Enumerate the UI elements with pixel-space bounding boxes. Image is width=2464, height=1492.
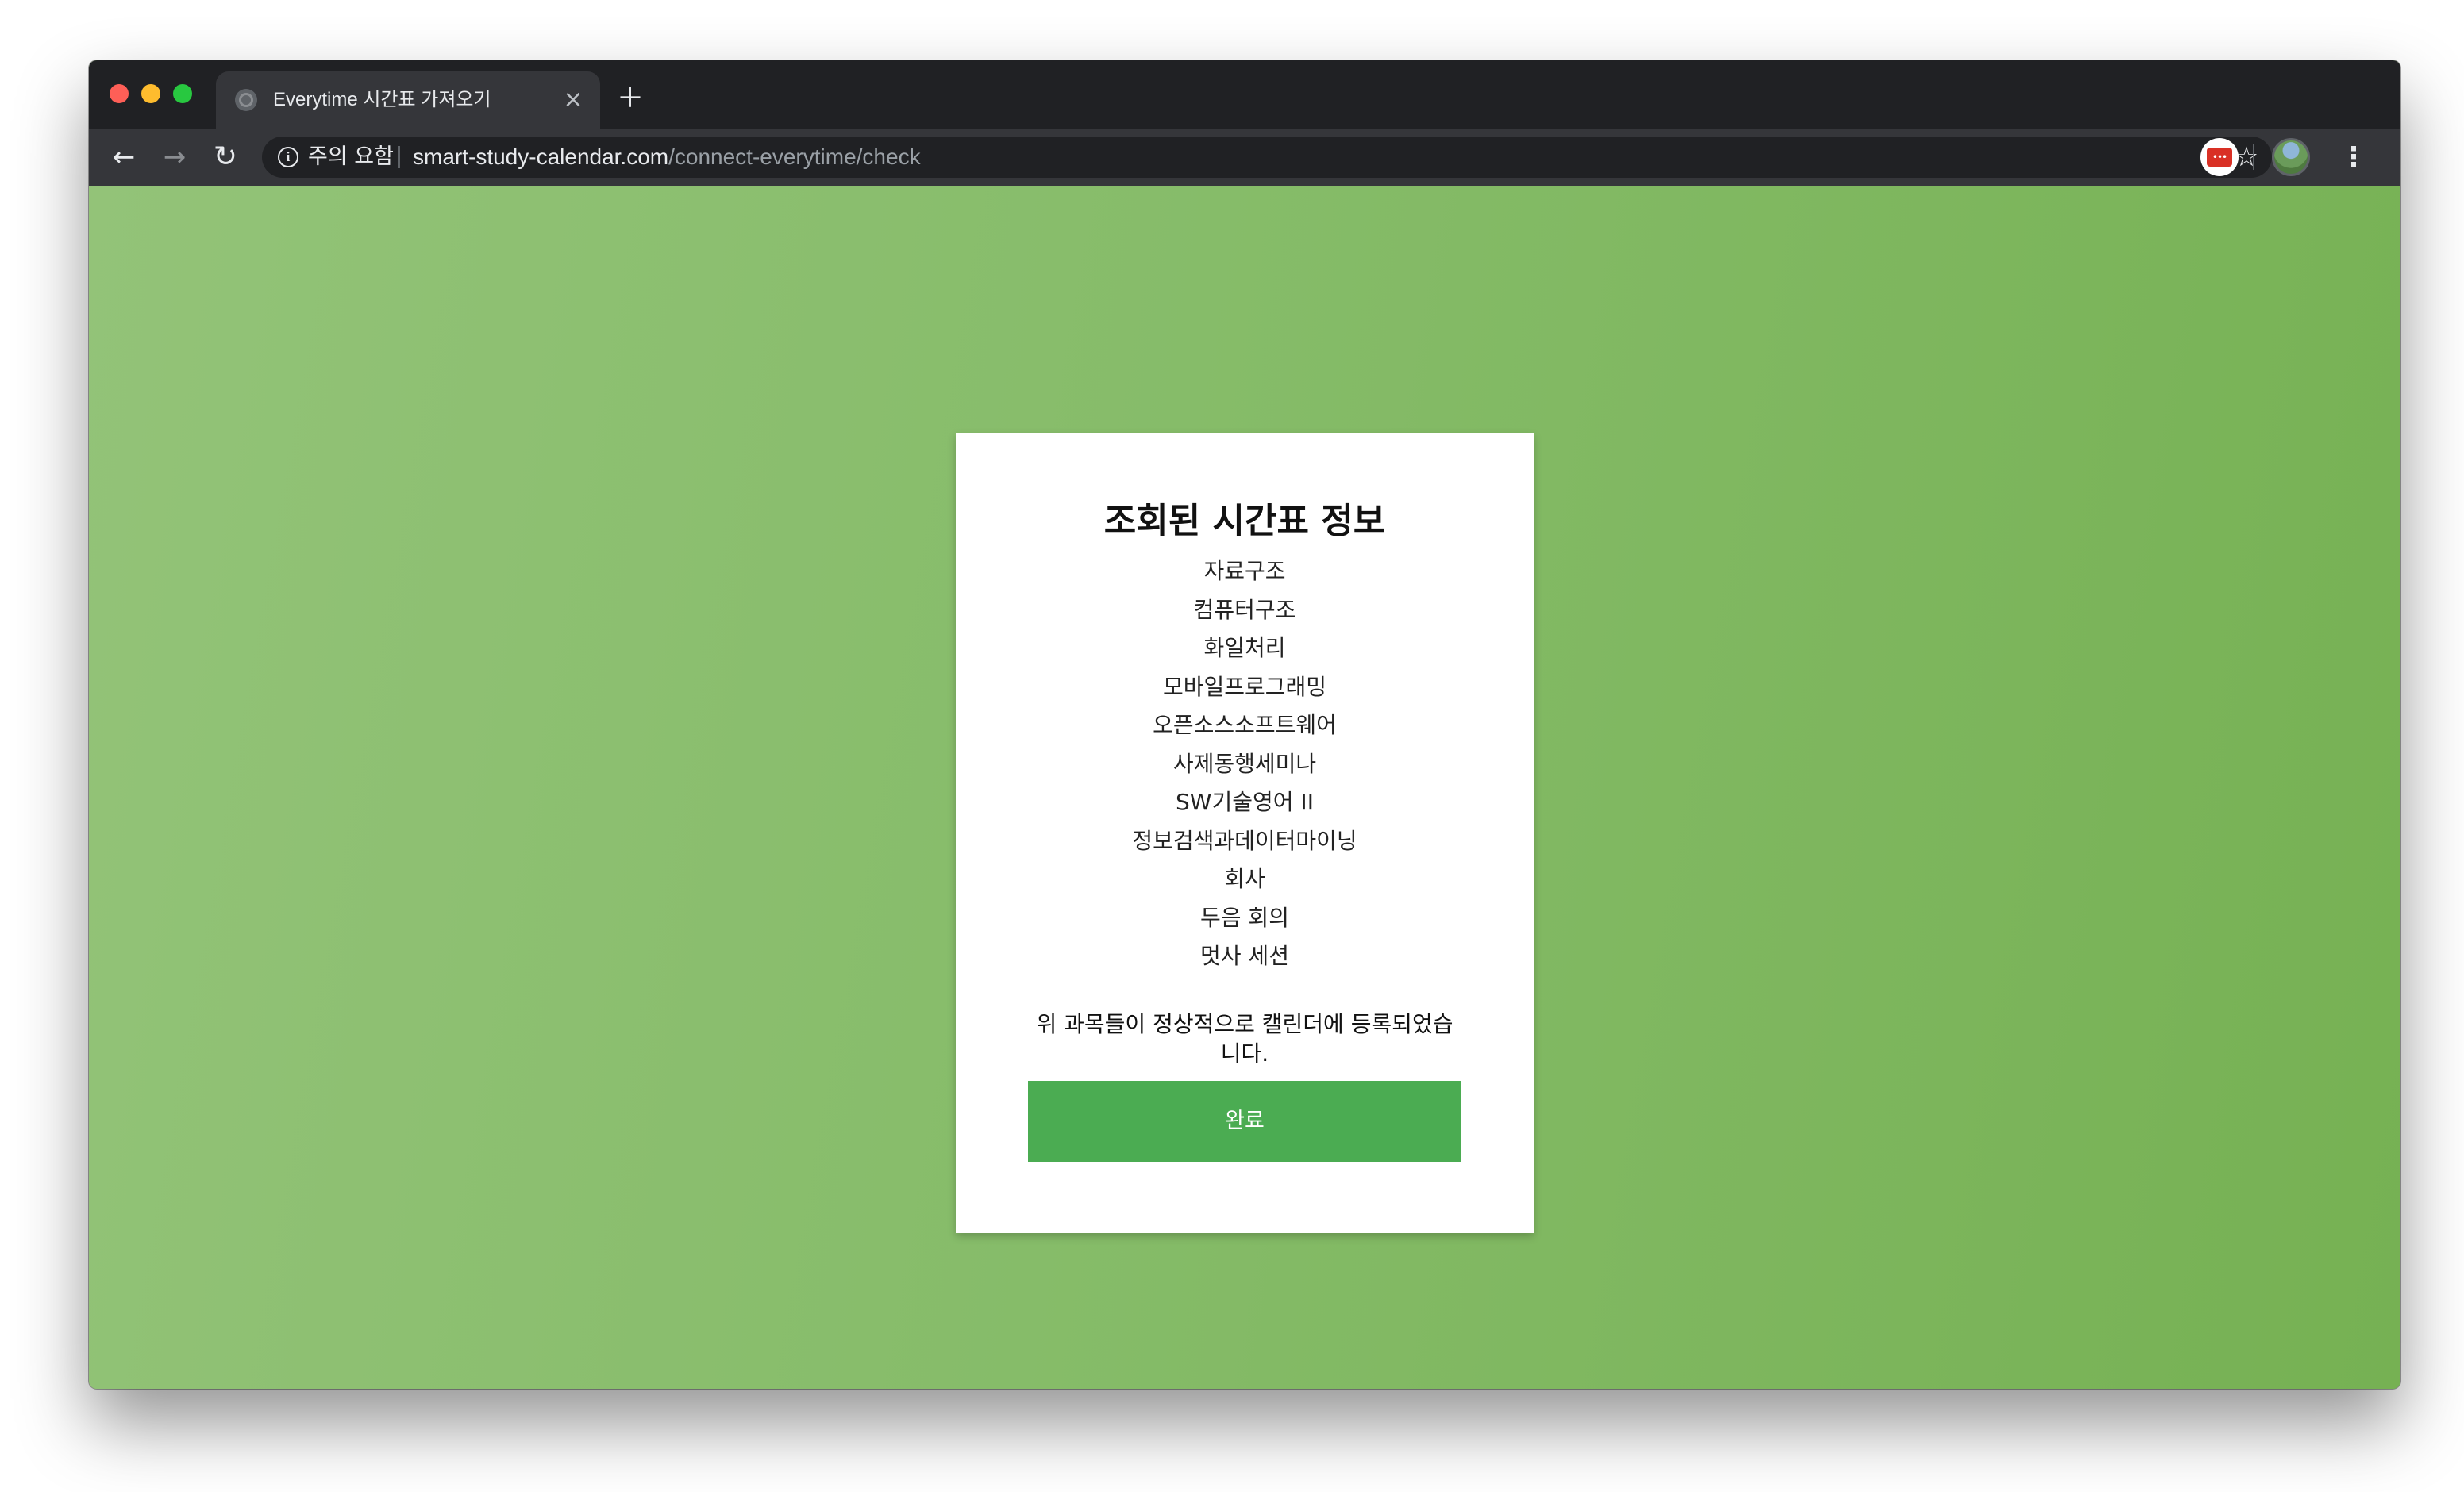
close-tab-icon[interactable]: × [560,87,586,113]
maximize-window-button[interactable] [173,84,192,103]
course-item: 정보검색과데이터마이닝 [1132,827,1357,854]
url-path: /connect-everytime/check [668,144,921,169]
course-list: 자료구조 컴퓨터구조 화일처리 모바일프로그래밍 오픈소스소프트웨어 사제동행세… [956,552,1534,976]
tab-active[interactable]: Everytime 시간표 가져오기 × [216,71,600,129]
address-bar[interactable]: i 주의 요함 smart-study-calendar.com/connect… [262,137,2272,178]
tab-title: Everytime 시간표 가져오기 [273,89,491,110]
info-icon[interactable]: i [278,147,298,167]
toolbar-divider [2253,144,2254,170]
result-card: 조회된 시간표 정보 자료구조 컴퓨터구조 화일처리 모바일프로그래밍 오픈소스… [956,433,1534,1233]
security-label[interactable]: 주의 요함 [308,143,394,171]
reload-icon[interactable]: ↻ [208,140,243,175]
course-item: 두음 회의 [1200,904,1289,931]
close-window-button[interactable] [110,84,129,103]
course-item: 멋사 세션 [1200,943,1289,969]
course-item: 회사 [1224,866,1265,892]
tab-strip: Everytime 시간표 가져오기 × + [89,60,2400,129]
url-text[interactable]: smart-study-calendar.com/connect-everyti… [413,143,921,171]
course-item: 화일처리 [1203,635,1286,661]
url-host: smart-study-calendar.com [413,144,669,169]
extension-icon[interactable] [2200,138,2239,176]
page-viewport: 조회된 시간표 정보 자료구조 컴퓨터구조 화일처리 모바일프로그래밍 오픈소스… [89,186,2400,1389]
done-button[interactable]: 완료 [1028,1081,1461,1162]
course-item: 컴퓨터구조 [1193,596,1296,623]
globe-icon [235,89,257,111]
avatar[interactable] [2272,138,2310,176]
forward-arrow-icon[interactable]: → [157,140,192,175]
browser-toolbar: ← → ↻ i 주의 요함 smart-study-calendar.com/c… [89,129,2400,186]
minimize-window-button[interactable] [141,84,160,103]
course-item: 오픈소스소프트웨어 [1153,712,1337,738]
more-menu-icon[interactable]: ⋮ [2340,140,2367,175]
course-item: 모바일프로그래밍 [1162,673,1327,700]
back-arrow-icon[interactable]: ← [106,140,141,175]
browser-window: Everytime 시간표 가져오기 × + ← → ↻ i 주의 요함 sma… [89,60,2400,1389]
course-item: 사제동행세미나 [1172,750,1317,777]
omnibox-divider [398,146,400,168]
new-tab-button[interactable]: + [614,81,646,113]
course-item: 자료구조 [1203,558,1286,584]
course-item: SW기술영어 II [1176,789,1314,815]
page-title: 조회된 시간표 정보 [1103,501,1386,541]
confirmation-message: 위 과목들이 정상적으로 캘린더에 등록되었습니다. [1036,1011,1453,1067]
